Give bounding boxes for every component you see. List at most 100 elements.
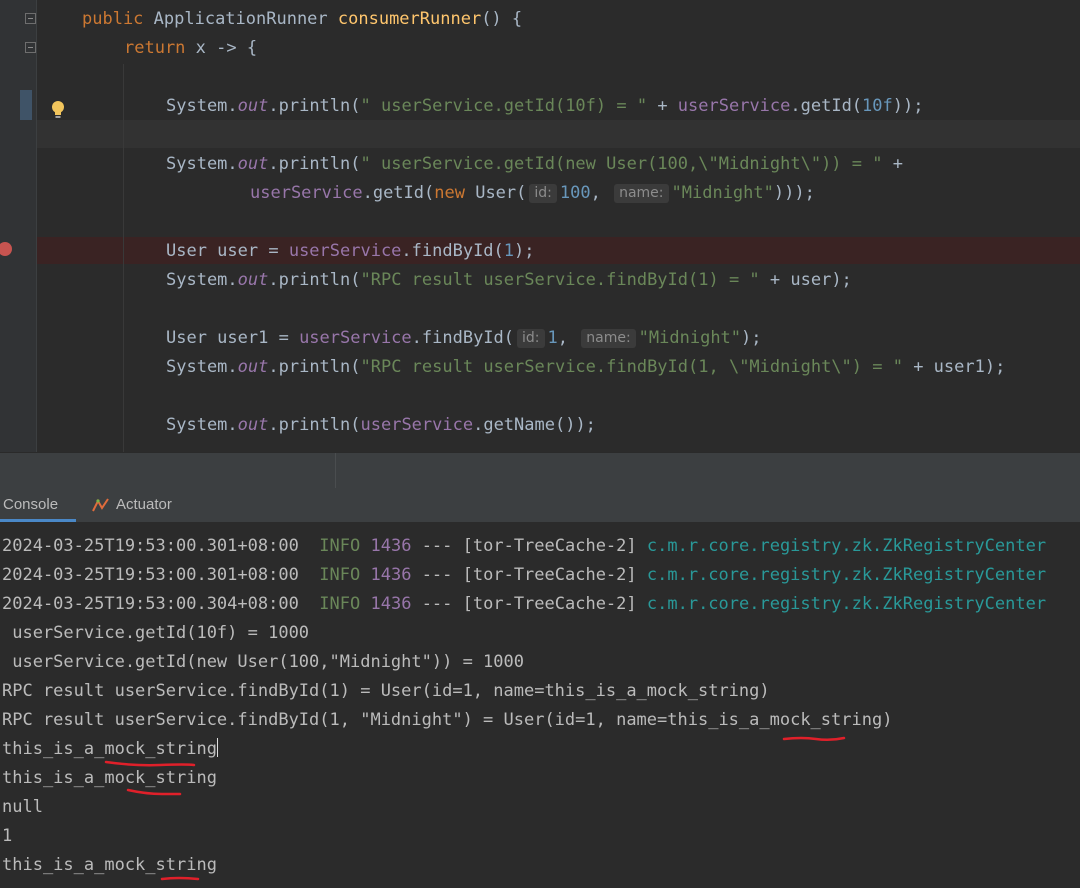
output-line: RPC result userService.findById(1, "Midn… <box>2 710 893 730</box>
tab-console[interactable]: Console <box>3 488 58 522</box>
code-line-9[interactable]: System.out.println("RPC result userServi… <box>166 354 1005 380</box>
log-separator: --- <box>411 536 463 556</box>
parameter-hint: id: <box>517 329 545 348</box>
code-line-10[interactable]: System.out.println(userService.getName()… <box>166 412 596 438</box>
field-name: userService <box>250 183 363 203</box>
string-literal: "RPC result userService.findById(1, \"Mi… <box>360 357 903 377</box>
divider-split <box>335 453 336 489</box>
red-underline-annotation <box>782 736 846 742</box>
code-text: System. <box>166 154 238 174</box>
field-name: userService <box>360 415 474 435</box>
actuator-icon <box>92 498 109 512</box>
console-output[interactable]: ────────────────────────────────────────… <box>0 522 1080 888</box>
number-literal: 1 <box>503 241 515 261</box>
code-text: User user = <box>166 241 289 261</box>
code-text: + <box>647 96 678 116</box>
code-text: .getId( <box>362 183 435 203</box>
code-text: x -> { <box>185 38 258 58</box>
code-text: System. <box>166 357 238 377</box>
code-text: )); <box>892 96 924 116</box>
red-underline-annotation <box>126 788 182 796</box>
code-line-6[interactable]: User user = userService.findById(1); <box>166 238 535 264</box>
log-logger[interactable]: c.m.r.core.registry.zk.ZkRegistryCenter <box>647 565 1046 585</box>
log-logger[interactable]: c.m.r.core.registry.zk.ZkRegistryCenter <box>647 536 1046 556</box>
code-text: .println( <box>268 154 361 174</box>
code-line-2[interactable]: return x -> { <box>124 35 257 61</box>
output-line: userService.getId(new User(100,"Midnight… <box>2 652 524 672</box>
string-literal: " userService.getId(new User(100,\"Midni… <box>360 154 883 174</box>
code-text: () { <box>481 9 523 29</box>
code-line-7[interactable]: System.out.println("RPC result userServi… <box>166 267 852 293</box>
log-row: 2024-03-25T19:53:00.304+08:00 INFO 1436 … <box>2 590 1046 619</box>
method-name: consumerRunner <box>337 9 482 29</box>
log-level: INFO <box>319 565 361 585</box>
parameter-hint: name: <box>581 329 636 348</box>
log-timestamp: 2024-03-25T19:53:00.301+08:00 <box>2 565 299 585</box>
code-text: .findById( <box>411 328 515 348</box>
code-text: User( <box>464 183 527 203</box>
static-field: out <box>237 357 269 377</box>
code-text: ); <box>741 328 762 348</box>
code-text: ); <box>514 241 535 261</box>
string-literal: "Midnight" <box>638 328 742 348</box>
code-line-8[interactable]: User user1 = userService.findById(id: 1, … <box>166 325 762 351</box>
code-line-4[interactable]: System.out.println(" userService.getId(n… <box>166 151 903 177</box>
log-thread: [tor-TreeCache-2] <box>462 594 637 614</box>
code-text: ApplicationRunner <box>143 9 338 29</box>
output-line: 1 <box>2 826 13 846</box>
tool-window-divider[interactable] <box>0 452 1080 489</box>
code-text: System. <box>166 415 238 435</box>
string-literal: "RPC result userService.findById(1) = " <box>360 270 760 290</box>
parameter-hint: name: <box>614 184 669 203</box>
log-thread: [tor-TreeCache-2] <box>462 536 637 556</box>
code-text: .getName()); <box>473 415 596 435</box>
log-logger[interactable]: c.m.r.core.registry.zk.ZkRegistryCenter <box>647 594 1046 614</box>
keyword: return <box>124 38 186 58</box>
editor-gutter[interactable] <box>0 0 37 452</box>
string-literal: "Midnight" <box>671 183 774 203</box>
output-text: this_is_a_mock_string <box>2 739 217 759</box>
code-editor[interactable]: public ApplicationRunner consumerRunner(… <box>0 0 1080 452</box>
tab-actuator[interactable]: Actuator <box>92 488 172 522</box>
code-text: .findById( <box>401 241 504 261</box>
field-name: userService <box>677 96 791 116</box>
fold-icon[interactable] <box>25 42 36 53</box>
log-pid: 1436 <box>370 594 412 614</box>
code-text: .getId( <box>790 96 863 116</box>
log-separator: --- <box>411 565 463 585</box>
log-timestamp: 2024-03-25T19:53:00.301+08:00 <box>2 536 299 556</box>
caret-row-highlight <box>37 120 1080 148</box>
log-separator: --- <box>411 594 463 614</box>
log-level: INFO <box>319 536 361 556</box>
code-text: .println( <box>268 415 361 435</box>
code-text: , <box>557 328 579 348</box>
code-line-3[interactable]: System.out.println(" userService.getId(1… <box>166 93 923 119</box>
keyword: public <box>82 9 144 29</box>
static-field: out <box>237 270 269 290</box>
field-name: userService <box>288 241 402 261</box>
code-text: + <box>882 154 903 174</box>
code-text: + user1); <box>902 357 1006 377</box>
log-pid: 1436 <box>370 536 412 556</box>
text-cursor <box>216 738 218 757</box>
log-row: 2024-03-25T19:53:00.301+08:00 INFO 1436 … <box>2 532 1046 561</box>
tool-window-tabs: Console Actuator <box>0 488 1080 523</box>
code-text: + user); <box>759 270 852 290</box>
tab-actuator-label: Actuator <box>116 496 172 513</box>
code-text: User user1 = <box>166 328 300 348</box>
code-text: System. <box>166 270 238 290</box>
number-literal: 10f <box>862 96 893 116</box>
fold-icon[interactable] <box>25 13 36 24</box>
code-line-1[interactable]: public ApplicationRunner consumerRunner(… <box>82 6 522 32</box>
code-text: .println( <box>268 270 361 290</box>
log-pid: 1436 <box>370 565 412 585</box>
code-text: ))); <box>773 183 815 203</box>
lightbulb-icon[interactable] <box>50 100 66 120</box>
static-field: out <box>237 415 269 435</box>
log-thread: [tor-TreeCache-2] <box>462 565 637 585</box>
red-underline-annotation <box>104 760 196 767</box>
code-line-5[interactable]: userService.getId(new User(id: 100, name:… <box>250 180 815 206</box>
number-literal: 100 <box>559 183 591 203</box>
code-text: , <box>590 183 612 203</box>
code-text: System. <box>166 96 238 116</box>
